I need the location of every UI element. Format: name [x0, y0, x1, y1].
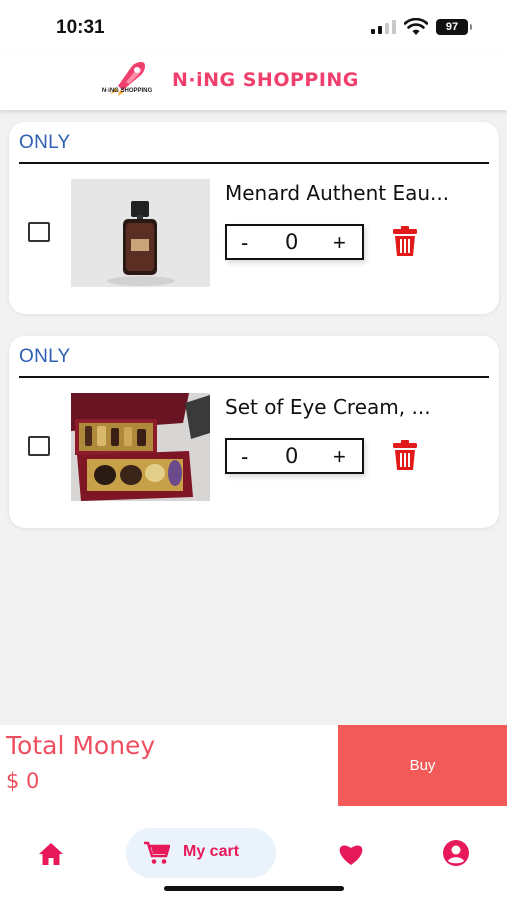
app-title: N·iNG SHOPPING — [172, 69, 359, 91]
battery-icon: 97 — [436, 19, 472, 35]
item-checkbox[interactable] — [28, 222, 50, 242]
status-time: 10:31 — [56, 17, 105, 38]
shop-label[interactable]: ONLY — [19, 132, 71, 154]
divider — [19, 376, 489, 378]
signal-icon — [371, 20, 397, 34]
home-indicator — [164, 886, 344, 891]
decrease-button[interactable]: - — [241, 444, 248, 470]
wifi-icon — [404, 18, 428, 35]
quantity-stepper: - 0 + — [225, 224, 364, 260]
increase-button[interactable]: + — [333, 444, 346, 470]
app-header: N·iNG SHOPPING N·iNG SHOPPING — [0, 56, 507, 110]
home-icon[interactable] — [38, 842, 64, 866]
bottom-nav: My cart — [0, 806, 507, 900]
quantity-value: 0 — [285, 230, 299, 254]
nav-cart-label: My cart — [183, 843, 240, 860]
total-value: $ 0 — [6, 769, 40, 793]
quantity-value: 0 — [285, 444, 299, 468]
heart-icon[interactable] — [337, 842, 365, 866]
shop-label[interactable]: ONLY — [19, 346, 71, 368]
cart-item: ONLY Menard Authent Eau... - 0 + — [9, 122, 499, 314]
product-name[interactable]: Menard Authent Eau... — [225, 181, 495, 205]
total-label: Total Money — [6, 731, 156, 760]
cart-item: ONLY Set of Eye Cream, ... - 0 + — [9, 336, 499, 528]
trash-icon[interactable] — [393, 226, 417, 256]
nav-my-cart[interactable]: My cart — [126, 828, 276, 878]
quantity-stepper: - 0 + — [225, 438, 364, 474]
cart-icon — [144, 841, 170, 864]
perfume-image[interactable] — [71, 179, 210, 287]
status-bar: 10:31 97 — [0, 0, 507, 56]
increase-button[interactable]: + — [333, 230, 346, 256]
total-summary: Total Money $ 0 — [0, 725, 338, 806]
product-name[interactable]: Set of Eye Cream, ... — [225, 395, 495, 419]
divider — [19, 162, 489, 164]
buy-button[interactable]: Buy — [338, 725, 507, 806]
trash-icon[interactable] — [393, 440, 417, 470]
eye-cream-set-image[interactable] — [71, 393, 210, 501]
logo-text: N·iNG SHOPPING — [101, 88, 153, 94]
decrease-button[interactable]: - — [241, 230, 248, 256]
item-checkbox[interactable] — [28, 436, 50, 456]
account-icon[interactable] — [443, 840, 469, 866]
